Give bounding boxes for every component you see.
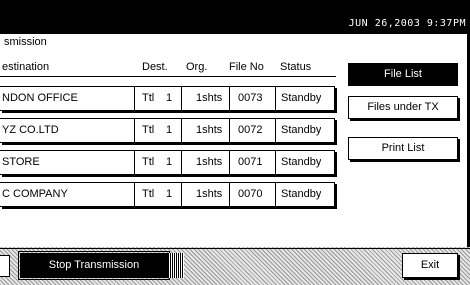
status-cell: Standby [281, 124, 322, 136]
destination-cell: STORE [2, 156, 40, 168]
table-row[interactable]: YZ CO.LTD Ttl 1 1shts 0072 Standby [0, 118, 335, 143]
status-bar: JUN 26,2003 9:37PM [0, 0, 470, 34]
column-header-dest: Dest. [142, 61, 168, 73]
dest-type-cell: Ttl [142, 92, 155, 104]
bottom-divider [0, 248, 470, 249]
files-under-tx-button[interactable]: Files under TX [348, 96, 458, 119]
file-no-cell: 0071 [238, 156, 263, 168]
status-cell: Standby [281, 92, 322, 104]
exit-button[interactable]: Exit [402, 253, 458, 278]
dest-count-cell: 1 [166, 92, 173, 104]
stop-transmission-button[interactable]: Stop Transmission [18, 251, 170, 280]
column-header-org: Org. [186, 61, 208, 73]
transmission-screen: JUN 26,2003 9:37PM smission estination D… [0, 0, 470, 285]
panel-title: smission [4, 36, 47, 48]
destination-cell: C COMPANY [2, 188, 68, 200]
org-cell: 1shts [196, 124, 223, 136]
table-row[interactable]: NDON OFFICE Ttl 1 1shts 0073 Standby [0, 86, 335, 111]
dest-type-cell: Ttl [142, 188, 155, 200]
dest-count-cell: 1 [166, 124, 173, 136]
dest-count-cell: 1 [166, 188, 173, 200]
print-list-button[interactable]: Print List [348, 137, 458, 160]
column-header-file-no: File No [229, 61, 264, 73]
org-cell: 1shts [196, 92, 223, 104]
file-list-button[interactable]: File List [348, 63, 458, 86]
file-no-cell: 0070 [238, 188, 263, 200]
partial-button[interactable] [0, 255, 10, 277]
table-row[interactable]: C COMPANY Ttl 1 1shts 0070 Standby [0, 182, 335, 207]
button-pattern [168, 253, 184, 278]
destination-cell: NDON OFFICE [2, 92, 78, 104]
dest-count-cell: 1 [166, 156, 173, 168]
status-cell: Standby [281, 188, 322, 200]
file-no-cell: 0073 [238, 92, 263, 104]
dest-type-cell: Ttl [142, 156, 155, 168]
status-cell: Standby [281, 156, 322, 168]
org-cell: 1shts [196, 156, 223, 168]
org-cell: 1shts [196, 188, 223, 200]
file-no-cell: 0072 [238, 124, 263, 136]
table-row[interactable]: STORE Ttl 1 1shts 0071 Standby [0, 150, 335, 175]
column-header-destination: estination [2, 61, 50, 73]
datetime-display: JUN 26,2003 9:37PM [348, 18, 466, 29]
dest-type-cell: Ttl [142, 124, 155, 136]
column-header-status: Status [280, 61, 312, 73]
destination-cell: YZ CO.LTD [2, 124, 59, 136]
header-divider [0, 76, 336, 77]
